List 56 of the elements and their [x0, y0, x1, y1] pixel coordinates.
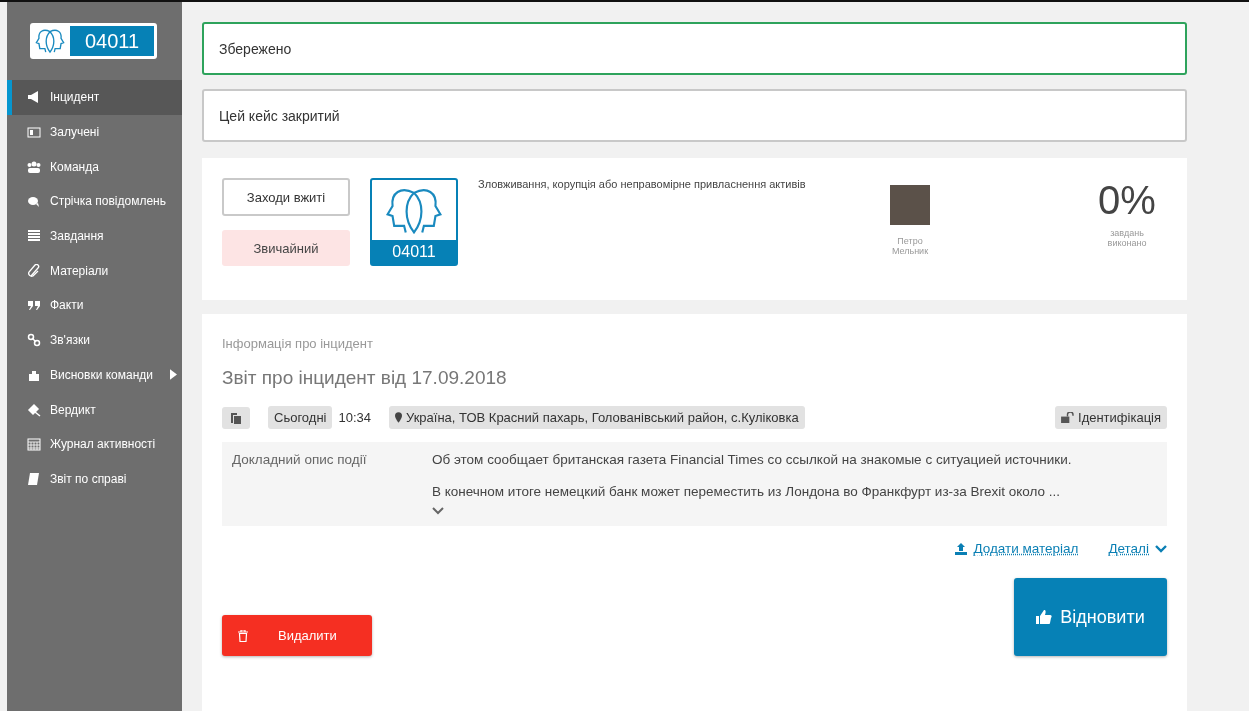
chevron-down-icon[interactable]: [432, 507, 444, 515]
description-text: В конечном итоге немецкий банк может переместить из Лондона во Франкфурт из-за Brexit около ...: [432, 484, 1062, 499]
trash-icon: [238, 629, 248, 642]
thumbs-up-icon: [1036, 609, 1053, 625]
sidebar-item[interactable]: Вердикт: [7, 392, 182, 427]
copy-icon: [230, 411, 242, 424]
sidebar-item[interactable]: Інцидент: [7, 80, 182, 115]
list-icon: [27, 229, 41, 244]
identification-button[interactable]: Ідентифікація: [1055, 406, 1167, 429]
sidebar-item[interactable]: Звіт по справі: [7, 461, 182, 497]
calendar-icon: [27, 437, 41, 452]
delete-button[interactable]: Видалити: [222, 615, 372, 656]
time-text: 10:34: [338, 410, 371, 425]
sidebar-item[interactable]: Зв'язки: [7, 322, 182, 358]
section-label: Інформація про інцидент: [222, 336, 374, 351]
upload-icon: [955, 542, 968, 555]
date-tag: Сьогодні: [268, 406, 333, 429]
copy-button[interactable]: [222, 406, 250, 429]
sidebar-item[interactable]: Журнал активності: [7, 426, 182, 462]
unlocked-icon: [1061, 412, 1074, 423]
sidebar-item[interactable]: Команда: [7, 149, 182, 185]
details-link[interactable]: Деталі: [1108, 541, 1167, 556]
case-number: 04011: [372, 240, 456, 264]
id-card-icon: [27, 125, 41, 140]
assignee-name: Петро Мельник: [890, 237, 930, 257]
sidebar-item[interactable]: Матеріали: [7, 253, 182, 289]
progress-percent: 0%: [1098, 178, 1156, 223]
paperclip-icon: [27, 263, 41, 278]
measures-button[interactable]: Заходи вжиті: [222, 178, 350, 216]
caret-right-icon: [170, 369, 177, 381]
add-material-link[interactable]: Додати матеріал: [955, 541, 1079, 556]
status-message: Збережено: [202, 22, 1187, 75]
status-message: Цей кейс закритий: [202, 89, 1187, 142]
two-heads-icon: [33, 28, 67, 54]
sidebar-item[interactable]: Стрічка повідомлень: [7, 184, 182, 219]
sidebar-item[interactable]: Висновки команди: [7, 357, 182, 393]
incident-title: Звіт про інцидент від 17.09.2018: [222, 367, 508, 389]
progress-label: завдань виконано: [1106, 228, 1148, 249]
priority-badge: Звичайний: [222, 230, 350, 266]
megaphone-icon: [27, 90, 41, 105]
description-text: Об этом сообщает британская газета Financial Times со ссылкой на знакомые с ситуацией источники.: [432, 452, 1072, 467]
sidebar-item[interactable]: Залучені: [7, 114, 182, 150]
sidebar-item[interactable]: Завдання: [7, 218, 182, 254]
chat-bubbles-icon: [27, 194, 41, 209]
avatar-photo-placeholder: [890, 185, 930, 225]
category-text: Зловживання, корупція або неправомірне привласнення активів: [478, 178, 807, 190]
restore-button[interactable]: Відновити: [1014, 578, 1167, 656]
description-label: Докладний опис події: [232, 452, 368, 469]
people-icon: [27, 159, 41, 174]
link-icon: [27, 333, 41, 348]
quote-icon: [27, 298, 41, 313]
map-pin-icon: [395, 412, 402, 423]
chevron-down-icon: [1155, 544, 1167, 553]
sidebar-item[interactable]: Факти: [7, 288, 182, 323]
location-text: Україна, ТОВ Красний пахарь, Голованівський район, с.Куліковка: [406, 410, 799, 425]
case-number: 04011: [70, 26, 154, 56]
